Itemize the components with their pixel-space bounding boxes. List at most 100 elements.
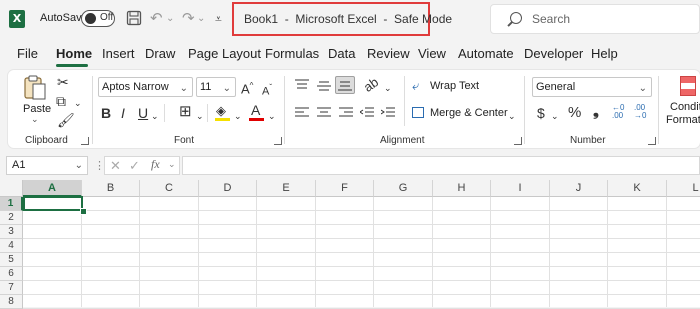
align-bottom-button[interactable] xyxy=(335,76,355,94)
align-right-icon[interactable] xyxy=(339,106,353,124)
accounting-format-icon[interactable]: $ xyxy=(537,105,545,121)
fill-color-icon[interactable]: ◈ xyxy=(216,103,226,119)
accounting-dropdown-icon[interactable]: ⌄ xyxy=(551,108,559,124)
alignment-launcher-icon[interactable] xyxy=(514,137,522,145)
column-header[interactable]: J xyxy=(550,180,608,197)
orientation-dropdown-icon[interactable]: ⌄ xyxy=(384,80,392,96)
column-header[interactable]: D xyxy=(199,180,257,197)
increase-font-size-icon[interactable]: A^ xyxy=(241,78,253,97)
cancel-icon[interactable]: ✕ xyxy=(110,158,121,174)
copy-dropdown-icon[interactable]: ⌄ xyxy=(74,95,82,111)
column-header[interactable]: H xyxy=(433,180,491,197)
tab-automate[interactable]: Automate xyxy=(458,46,514,61)
formula-input[interactable] xyxy=(182,156,700,175)
underline-icon[interactable]: U xyxy=(138,105,148,121)
align-left-icon[interactable] xyxy=(295,106,309,124)
active-tab-indicator xyxy=(56,64,88,67)
save-icon[interactable] xyxy=(126,10,142,31)
row-header[interactable]: 6 xyxy=(0,267,23,281)
conditional-formatting-label-1[interactable]: Conditi xyxy=(670,101,700,113)
enter-icon[interactable]: ✓ xyxy=(129,158,140,174)
number-format-value: General xyxy=(536,81,576,93)
merge-center-icon[interactable] xyxy=(412,107,424,118)
column-header[interactable]: I xyxy=(491,180,550,197)
active-cell[interactable] xyxy=(23,196,83,211)
column-header[interactable]: K xyxy=(608,180,667,197)
row-header[interactable]: 5 xyxy=(0,253,23,267)
customize-qat-icon[interactable]: ⩡ xyxy=(215,10,222,28)
italic-icon[interactable]: I xyxy=(121,105,125,121)
chevron-down-icon: ⌄ xyxy=(638,83,647,94)
tab-page-layout[interactable]: Page Layout xyxy=(188,46,261,61)
select-all-corner[interactable] xyxy=(0,180,23,197)
conditional-formatting-icon[interactable] xyxy=(680,76,696,96)
insert-function-icon[interactable]: fx xyxy=(151,157,160,172)
tab-view[interactable]: View xyxy=(418,46,446,61)
merge-center-label[interactable]: Merge & Center xyxy=(430,107,508,119)
decrease-font-size-icon[interactable]: Aˇ xyxy=(262,80,272,100)
autosave-toggle[interactable]: Off xyxy=(81,10,115,27)
font-color-icon[interactable]: A xyxy=(251,102,260,118)
font-launcher-icon[interactable] xyxy=(274,137,282,145)
row-header[interactable]: 7 xyxy=(0,281,23,295)
font-name-dropdown[interactable]: Aptos Narrow ⌄ xyxy=(98,77,193,97)
column-header[interactable]: C xyxy=(140,180,199,197)
redo-icon[interactable]: ↷ xyxy=(182,10,195,28)
column-header[interactable]: A xyxy=(23,180,82,197)
column-header[interactable]: E xyxy=(257,180,316,197)
column-header[interactable]: L xyxy=(667,180,700,197)
comma-style-icon[interactable]: ❟ xyxy=(593,104,599,120)
tab-file[interactable]: File xyxy=(17,46,38,61)
row-header[interactable]: 4 xyxy=(0,239,23,253)
cut-icon[interactable]: ✂ xyxy=(57,74,69,90)
name-box[interactable]: A1 ⌄ xyxy=(6,156,88,175)
decrease-indent-icon[interactable] xyxy=(359,106,374,124)
fill-color-dropdown-icon[interactable]: ⌄ xyxy=(234,108,242,124)
borders-dropdown-icon[interactable]: ⌄ xyxy=(196,108,204,124)
font-size-dropdown[interactable]: 11 ⌄ xyxy=(196,77,236,97)
row-header[interactable]: 2 xyxy=(0,211,23,225)
tab-home[interactable]: Home xyxy=(56,46,92,61)
row-header[interactable]: 1 xyxy=(0,197,23,211)
tab-draw[interactable]: Draw xyxy=(145,46,175,61)
tab-data[interactable]: Data xyxy=(328,46,355,61)
font-color-dropdown-icon[interactable]: ⌄ xyxy=(268,108,276,124)
column-header[interactable]: F xyxy=(316,180,374,197)
row-gridline xyxy=(23,280,700,281)
undo-dropdown-icon[interactable]: ⌄ xyxy=(166,10,174,28)
worksheet-grid[interactable] xyxy=(0,180,700,307)
redo-dropdown-icon[interactable]: ⌄ xyxy=(197,10,205,28)
copy-icon[interactable]: ⧉ xyxy=(56,93,66,109)
tab-insert[interactable]: Insert xyxy=(102,46,135,61)
fill-handle[interactable] xyxy=(80,208,87,215)
row-header[interactable]: 3 xyxy=(0,225,23,239)
column-header[interactable]: B xyxy=(82,180,140,197)
borders-icon[interactable]: ⊞ xyxy=(179,104,192,120)
increase-decimal-icon[interactable]: ←0.00 xyxy=(612,104,624,120)
align-middle-icon[interactable] xyxy=(317,80,331,98)
number-launcher-icon[interactable] xyxy=(648,137,656,145)
decrease-decimal-icon[interactable]: .00 →0 xyxy=(634,104,646,120)
tab-review[interactable]: Review xyxy=(367,46,410,61)
paste-dropdown-icon[interactable]: ⌄ xyxy=(31,114,39,125)
increase-indent-icon[interactable] xyxy=(380,106,395,124)
underline-dropdown-icon[interactable]: ⌄ xyxy=(151,108,159,124)
tab-help[interactable]: Help xyxy=(591,46,618,61)
column-header[interactable]: G xyxy=(374,180,433,197)
bold-icon[interactable]: B xyxy=(101,105,111,121)
tab-formulas[interactable]: Formulas xyxy=(265,46,319,61)
percent-style-icon[interactable]: % xyxy=(568,105,581,121)
tab-developer[interactable]: Developer xyxy=(524,46,583,61)
more-options-icon[interactable]: ⋮ xyxy=(94,159,105,172)
clipboard-launcher-icon[interactable] xyxy=(81,137,89,145)
fx-dropdown-icon[interactable]: ⌄ xyxy=(168,159,176,170)
number-format-dropdown[interactable]: General ⌄ xyxy=(532,77,652,97)
format-painter-icon[interactable]: 🖌 xyxy=(57,112,75,128)
conditional-formatting-label-2[interactable]: Formatt xyxy=(666,114,700,126)
align-center-icon[interactable] xyxy=(317,106,331,124)
align-top-icon[interactable] xyxy=(295,78,309,96)
wrap-text-icon[interactable]: ⤶ xyxy=(412,78,419,94)
undo-icon[interactable]: ↶ xyxy=(150,10,163,28)
wrap-text-label[interactable]: Wrap Text xyxy=(430,80,479,92)
merge-center-dropdown-icon[interactable]: ⌄ xyxy=(508,108,516,124)
